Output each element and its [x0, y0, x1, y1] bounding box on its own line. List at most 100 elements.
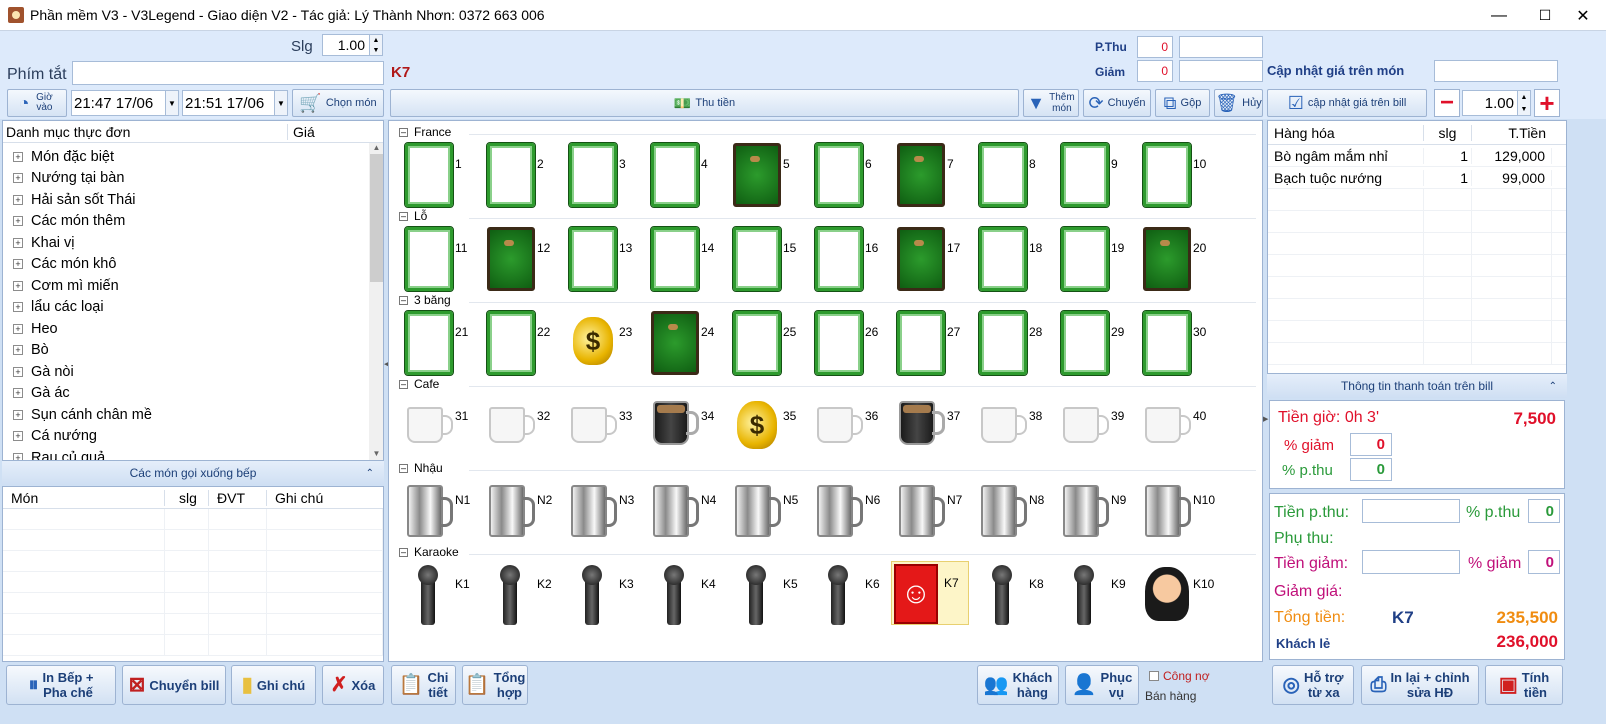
menu-category[interactable]: + Khai vị	[3, 232, 383, 254]
expand-icon[interactable]: +	[13, 409, 23, 420]
table-tile[interactable]: 6	[809, 141, 889, 209]
menu-scroll-thumb[interactable]	[370, 154, 383, 282]
menu-category[interactable]: + Heo	[3, 318, 383, 340]
menu-category[interactable]: + lẩu các loại	[3, 297, 383, 319]
time-in-input[interactable]: 21:47 17/06	[71, 90, 166, 116]
xoa-button[interactable]: ✗ Xóa	[322, 665, 384, 705]
expand-icon[interactable]: +	[13, 302, 23, 313]
table-tile[interactable]: 21	[399, 309, 479, 377]
table-tile[interactable]: 9	[1055, 141, 1135, 209]
table-tile[interactable]: 30	[1137, 309, 1217, 377]
gio-vao-button[interactable]: ◔ Giờ vào	[7, 89, 67, 117]
ho-tro-button[interactable]: ◎ Hỗ trợ từ xa	[1272, 665, 1354, 705]
expand-icon[interactable]: +	[13, 216, 23, 227]
collapse-icon[interactable]: –	[399, 295, 408, 305]
table-tile[interactable]: 4	[645, 141, 725, 209]
huy-button[interactable]: 🗑 Hủy	[1214, 89, 1263, 117]
table-tile[interactable]: 16	[809, 225, 889, 293]
update-price-input[interactable]	[1434, 60, 1558, 82]
expand-icon[interactable]: +	[13, 280, 23, 291]
table-tile[interactable]: N5	[727, 477, 807, 545]
bill-row[interactable]: Bò ngâm mắm nhỉ 1 129,000	[1268, 145, 1566, 167]
table-tile[interactable]: 40	[1137, 393, 1217, 461]
group-header[interactable]: – Cafe	[399, 377, 439, 391]
expand-icon[interactable]: +	[13, 366, 23, 377]
table-tile[interactable]: 1	[399, 141, 479, 209]
expand-icon[interactable]: +	[13, 194, 23, 205]
menu-category[interactable]: + Cá nướng	[3, 426, 383, 448]
close-button[interactable]: ✕	[1560, 0, 1606, 31]
table-tile[interactable]: ☺ K7	[891, 561, 969, 625]
table-tile[interactable]: 3	[563, 141, 643, 209]
table-tile[interactable]: 7	[891, 141, 971, 209]
pthu-extra-input[interactable]	[1179, 36, 1263, 58]
chuyen-button[interactable]: ⟳ Chuyển	[1083, 89, 1151, 117]
tien-giam-input[interactable]	[1362, 550, 1460, 574]
table-tile[interactable]: N1	[399, 477, 479, 545]
expand-icon[interactable]: +	[13, 323, 23, 334]
chon-mon-button[interactable]: 🛒 Chọn món	[292, 89, 384, 117]
ghi-chu-button[interactable]: ▮ Ghi chú	[231, 665, 316, 705]
table-tile[interactable]: N10	[1137, 477, 1217, 545]
menu-category[interactable]: + Rau củ quả	[3, 447, 383, 460]
qty-spinner[interactable]: ▲ ▼	[1517, 90, 1531, 116]
group-header[interactable]: – Karaoke	[399, 545, 459, 559]
table-tile[interactable]: K6	[809, 561, 889, 629]
giam-extra-input[interactable]	[1179, 60, 1263, 82]
collapse-icon[interactable]: –	[399, 379, 408, 389]
kitchen-row[interactable]	[3, 614, 383, 635]
menu-category[interactable]: + Gà nòi	[3, 361, 383, 383]
expand-icon[interactable]: +	[13, 345, 23, 356]
group-header[interactable]: – Nhậu	[399, 461, 443, 475]
kitchen-row[interactable]	[3, 551, 383, 572]
table-tile[interactable]: N9	[1055, 477, 1135, 545]
collapse-icon[interactable]: –	[399, 211, 408, 221]
table-tile[interactable]: K8	[973, 561, 1053, 629]
menu-category[interactable]: + Bò	[3, 340, 383, 362]
kitchen-row[interactable]	[3, 593, 383, 614]
kitchen-row[interactable]	[3, 635, 383, 656]
table-tile[interactable]: N3	[563, 477, 643, 545]
collapse-icon[interactable]: ⌃	[366, 468, 374, 479]
table-tile[interactable]: 36	[809, 393, 889, 461]
group-header[interactable]: – Lỗ	[399, 209, 427, 223]
table-tile[interactable]: 17	[891, 225, 971, 293]
menu-category[interactable]: + Các món thêm	[3, 211, 383, 233]
checkbox-icon[interactable]	[1149, 671, 1159, 681]
thu-tien-button[interactable]: 💵 Thu tiền	[390, 89, 1019, 117]
table-tile[interactable]: $23	[563, 309, 643, 377]
menu-category[interactable]: + Hải sản sốt Thái	[3, 189, 383, 211]
in-bep-button[interactable]: ⏸ In Bếp + Pha chế	[6, 665, 116, 705]
table-tile[interactable]: 22	[481, 309, 561, 377]
pct-giam2-input[interactable]: 0	[1528, 550, 1560, 574]
tinh-tien-button[interactable]: ▣ Tính tiền	[1485, 665, 1563, 705]
table-tile[interactable]: 19	[1055, 225, 1135, 293]
table-tile[interactable]: 32	[481, 393, 561, 461]
bill-row[interactable]: Bạch tuộc nướng 1 99,000	[1268, 167, 1566, 189]
table-tile[interactable]: 37	[891, 393, 971, 461]
plus-icon[interactable]: +	[1534, 88, 1560, 118]
table-tile[interactable]: N7	[891, 477, 971, 545]
chuyen-bill-button[interactable]: ⊠ Chuyển bill	[122, 665, 226, 705]
table-tile[interactable]: 25	[727, 309, 807, 377]
table-tile[interactable]: K5	[727, 561, 807, 629]
pct-pthu-input[interactable]: 0	[1350, 458, 1392, 481]
menu-category[interactable]: + Các món khô	[3, 254, 383, 276]
table-tile[interactable]: 8	[973, 141, 1053, 209]
pct-giam-input[interactable]: 0	[1350, 433, 1392, 456]
table-tile[interactable]: N4	[645, 477, 725, 545]
table-tile[interactable]: K9	[1055, 561, 1135, 629]
payment-bar[interactable]: Thông tin thanh toán trên bill ⌃	[1267, 374, 1567, 398]
table-tile[interactable]: 31	[399, 393, 479, 461]
table-tile[interactable]: 5	[727, 141, 807, 209]
expand-icon[interactable]: +	[13, 388, 23, 399]
splitter-right-arrow[interactable]: ▶	[1263, 415, 1268, 423]
menu-scrollbar[interactable]: ▲ ▼	[369, 143, 383, 460]
slg-input[interactable]: 1.00	[322, 34, 370, 56]
giam-input[interactable]: 0	[1137, 60, 1173, 82]
table-tile[interactable]: K1	[399, 561, 479, 629]
table-tile[interactable]: 11	[399, 225, 479, 293]
chi-tiet-button[interactable]: 📋 Chi tiết	[391, 665, 456, 705]
table-tile[interactable]: 27	[891, 309, 971, 377]
table-tile[interactable]: K2	[481, 561, 561, 629]
